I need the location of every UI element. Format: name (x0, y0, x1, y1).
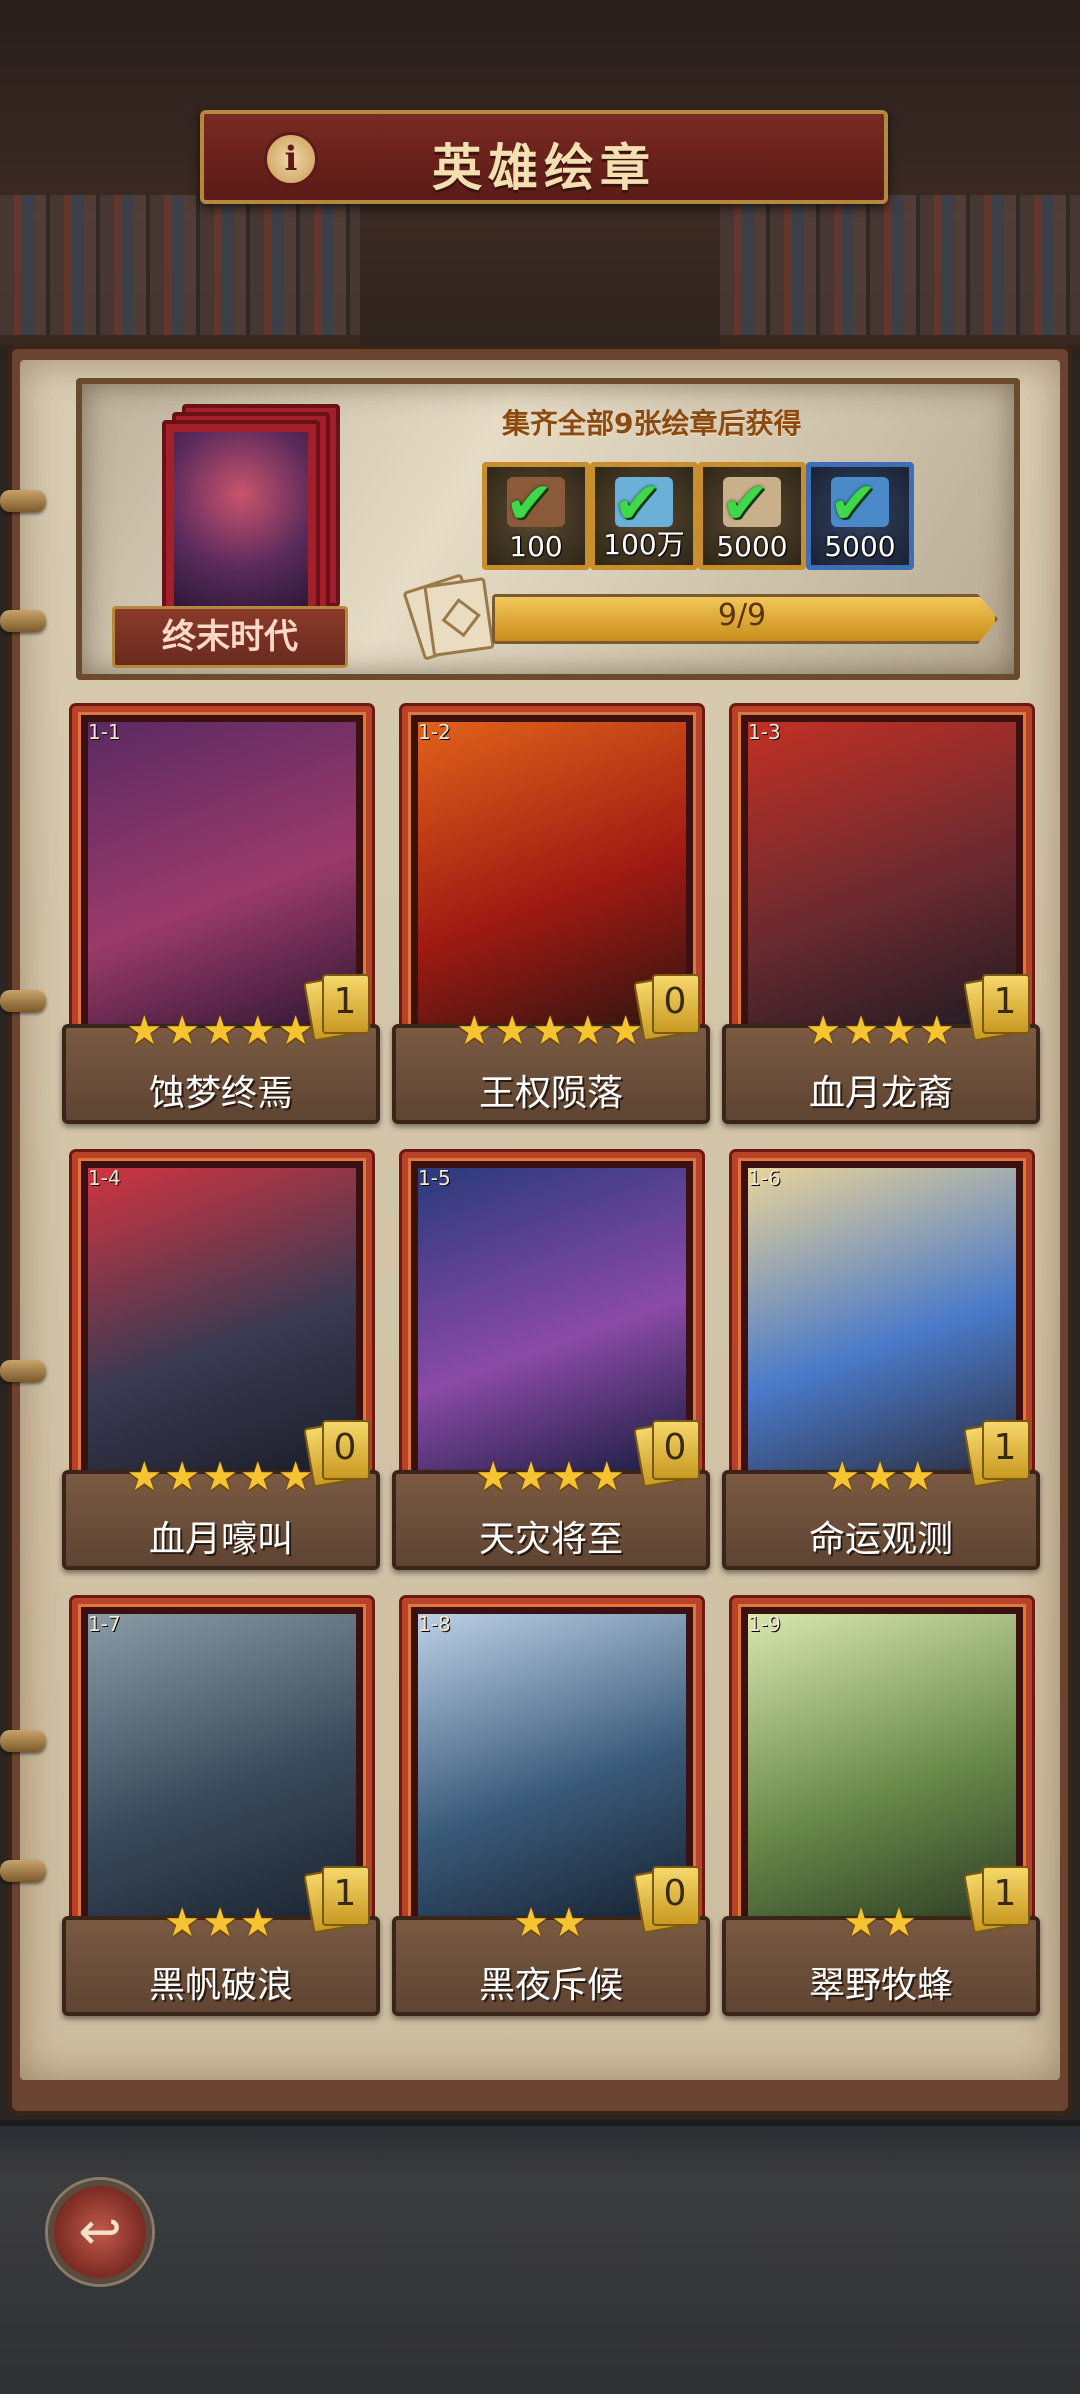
check-icon: ✔ (829, 469, 878, 537)
album-cover[interactable] (162, 404, 342, 623)
card-name-plaque: ★★★★★ 血月嚎叫 (62, 1454, 380, 1570)
hero-card[interactable]: 1-6 ★★★ 命运观测 1 (722, 1152, 1052, 1572)
card-name: 黑夜斥候 (478, 1965, 623, 2006)
card-name-plaque: ★★★★★ 王权陨落 (392, 1008, 710, 1124)
back-button[interactable]: ↩ (48, 2180, 152, 2284)
card-name: 王权陨落 (478, 1073, 623, 1114)
card-count-badge: 1 (963, 1418, 1032, 1488)
card-number: 1-9 (748, 1612, 781, 1636)
card-count: 0 (333, 1427, 357, 1468)
card-name-plaque: ★★★ 黑帆破浪 (62, 1900, 380, 2016)
card-count-badge: 1 (963, 1864, 1032, 1934)
binder-ring (0, 990, 46, 1012)
check-icon: ✔ (721, 469, 770, 537)
card-count-badge: 0 (303, 1418, 372, 1488)
card-name: 天灾将至 (478, 1519, 623, 1560)
card-count-badge: 1 (963, 972, 1032, 1042)
reward-item[interactable]: ✔ 5000 (698, 462, 806, 570)
card-number: 1-4 (88, 1166, 121, 1190)
hero-card[interactable]: 1-8 ★★ 黑夜斥候 0 (392, 1598, 722, 2018)
collection-progress-text: 9/9 (717, 598, 767, 633)
card-name-plaque: ★★★ 命运观测 (722, 1454, 1040, 1570)
binder-ring (0, 1860, 46, 1882)
card-count: 1 (993, 981, 1017, 1022)
card-number: 1-1 (88, 720, 121, 744)
title-banner: ⅰ 英雄绘章 (200, 110, 888, 204)
card-name: 蚀梦终焉 (148, 1073, 293, 1114)
card-name: 血月龙裔 (808, 1073, 953, 1114)
bottom-bar (0, 2120, 1080, 2394)
card-count-badge: 0 (633, 972, 702, 1042)
binder-ring (0, 1730, 46, 1752)
reward-item[interactable]: ✔ 100 (482, 462, 590, 570)
binder-ring (0, 610, 46, 632)
card-name-plaque: ★★★★★ 蚀梦终焉 (62, 1008, 380, 1124)
card-name: 翠野牧蜂 (808, 1965, 953, 2006)
card-number: 1-7 (88, 1612, 121, 1636)
card-number: 1-6 (748, 1166, 781, 1190)
reward-amount: 100 (509, 530, 563, 563)
album-reward-panel: 终末时代 集齐全部9张绘章后获得 ✔ 100 ✔ 100万 ✔ 5000 ✔ 5000 9/9 (76, 378, 1020, 680)
card-name-plaque: ★★★★ 血月龙裔 (722, 1008, 1040, 1124)
card-number: 1-3 (748, 720, 781, 744)
reward-amount: 100万 (603, 528, 685, 561)
card-count: 1 (333, 981, 357, 1022)
reward-item[interactable]: ✔ 100万 (590, 462, 698, 570)
card-count-badge: 1 (303, 1864, 372, 1934)
card-count: 1 (993, 1427, 1017, 1468)
hero-card[interactable]: 1-2 ★★★★★ 王权陨落 0 (392, 706, 722, 1126)
card-name-plaque: ★★ 黑夜斥候 (392, 1900, 710, 2016)
hero-card[interactable]: 1-9 ★★ 翠野牧蜂 1 (722, 1598, 1052, 2018)
card-name: 黑帆破浪 (148, 1965, 293, 2006)
bookshelf (0, 185, 360, 345)
card-count-badge: 0 (633, 1864, 702, 1934)
card-icon (423, 577, 495, 657)
hero-card[interactable]: 1-7 ★★★ 黑帆破浪 1 (62, 1598, 392, 2018)
hero-card[interactable]: 1-3 ★★★★ 血月龙裔 1 (722, 706, 1052, 1126)
card-count-badge: 1 (303, 972, 372, 1042)
check-icon: ✔ (505, 469, 554, 537)
album-name: 终末时代 (112, 606, 348, 668)
card-name: 血月嚎叫 (148, 1519, 293, 1560)
album-cover-art (174, 432, 308, 611)
card-name: 命运观测 (808, 1519, 953, 1560)
card-count: 0 (663, 981, 687, 1022)
hero-card[interactable]: 1-1 ★★★★★ 蚀梦终焉 1 (62, 706, 392, 1126)
card-count: 1 (993, 1873, 1017, 1914)
reward-item[interactable]: ✔ 5000 (806, 462, 914, 570)
bookshelf (720, 185, 1080, 345)
binder-ring (0, 1360, 46, 1382)
reward-amount: 5000 (716, 530, 788, 563)
card-number: 1-5 (418, 1166, 451, 1190)
page-title: 英雄绘章 (432, 138, 656, 197)
card-count: 1 (333, 1873, 357, 1914)
card-number: 1-2 (418, 720, 451, 744)
binder-ring (0, 490, 46, 512)
card-count: 0 (663, 1427, 687, 1468)
card-name-plaque: ★★★★ 天灾将至 (392, 1454, 710, 1570)
card-count-badge: 0 (633, 1418, 702, 1488)
hero-card[interactable]: 1-4 ★★★★★ 血月嚎叫 0 (62, 1152, 392, 1572)
album-cover-front (162, 420, 320, 623)
reward-amount: 5000 (824, 530, 896, 563)
reward-title: 集齐全部9张绘章后获得 (502, 407, 802, 440)
hero-card[interactable]: 1-5 ★★★★ 天灾将至 0 (392, 1152, 722, 1572)
card-number: 1-8 (418, 1612, 451, 1636)
card-name-plaque: ★★ 翠野牧蜂 (722, 1900, 1040, 2016)
card-count: 0 (663, 1873, 687, 1914)
